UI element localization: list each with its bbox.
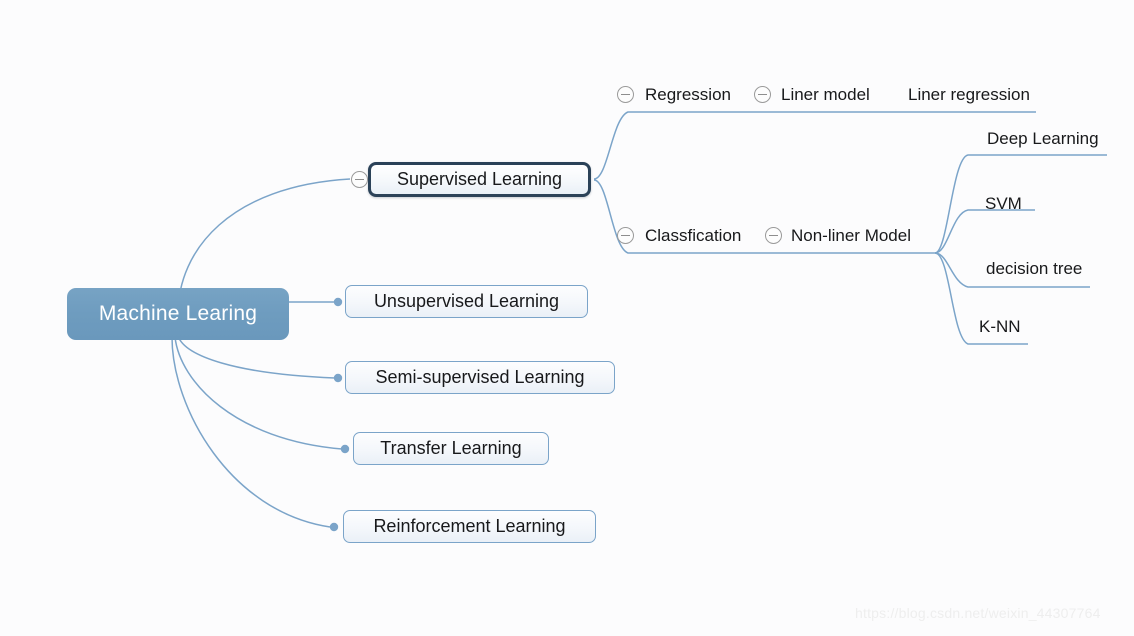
node-decision-tree-label: decision tree [986,259,1083,278]
node-unsupervised-learning[interactable]: Unsupervised Learning [345,285,588,318]
node-svm[interactable]: SVM [985,194,1022,214]
node-k-nn-label: K-NN [979,317,1021,336]
edge-dot-reinforcement [329,522,339,532]
node-deep-learning[interactable]: Deep Learning [987,129,1099,149]
edge-dot-transfer [340,444,350,454]
node-k-nn[interactable]: K-NN [979,317,1021,337]
mindmap-canvas: Machine Learing Supervised Learning Unsu… [0,0,1134,636]
collapse-toggle-non-liner-model[interactable] [765,227,782,244]
collapse-toggle-supervised-learning[interactable] [351,171,368,188]
edge-root-transfer [174,336,343,450]
node-decision-tree[interactable]: decision tree [986,259,1082,279]
root-node-label: Machine Learing [98,302,258,325]
edge-dot-semisupervised [333,373,343,383]
node-deep-learning-label: Deep Learning [987,129,1099,148]
node-liner-regression[interactable]: Liner regression [908,85,1030,105]
node-unsupervised-learning-label: Unsupervised Learning [373,291,560,311]
node-classfication-label: Classfication [645,226,742,245]
root-node[interactable]: Machine Learing [67,288,289,340]
node-non-liner-model-label: Non-liner Model [791,226,911,245]
node-regression[interactable]: Regression [645,85,731,105]
node-liner-model[interactable]: Liner model [781,85,870,105]
node-classfication[interactable]: Classfication [645,226,741,246]
edge-supervised-regression [593,111,1036,180]
collapse-toggle-liner-model[interactable] [754,86,771,103]
node-non-liner-model[interactable]: Non-liner Model [791,226,911,246]
node-semi-supervised-learning-label: Semi-supervised Learning [375,367,585,387]
node-transfer-learning[interactable]: Transfer Learning [353,432,549,465]
node-regression-label: Regression [645,85,731,104]
node-transfer-learning-label: Transfer Learning [380,438,522,458]
node-liner-regression-label: Liner regression [908,85,1030,104]
edge-dot-unsupervised [333,297,343,307]
node-semi-supervised-learning[interactable]: Semi-supervised Learning [345,361,615,394]
node-reinforcement-learning-label: Reinforcement Learning [373,516,566,536]
collapse-toggle-regression[interactable] [617,86,634,103]
node-reinforcement-learning[interactable]: Reinforcement Learning [343,510,596,543]
node-supervised-learning[interactable]: Supervised Learning [368,162,591,197]
watermark-text: https://blog.csdn.net/weixin_44307764 [855,605,1101,621]
node-svm-label: SVM [985,194,1022,213]
node-liner-model-label: Liner model [781,85,870,104]
collapse-toggle-classfication[interactable] [617,227,634,244]
node-supervised-learning-label: Supervised Learning [396,169,563,189]
edge-nonliner-svm [934,209,1035,254]
edge-root-semisupervised [177,335,336,379]
edge-root-reinforcement [171,336,331,528]
